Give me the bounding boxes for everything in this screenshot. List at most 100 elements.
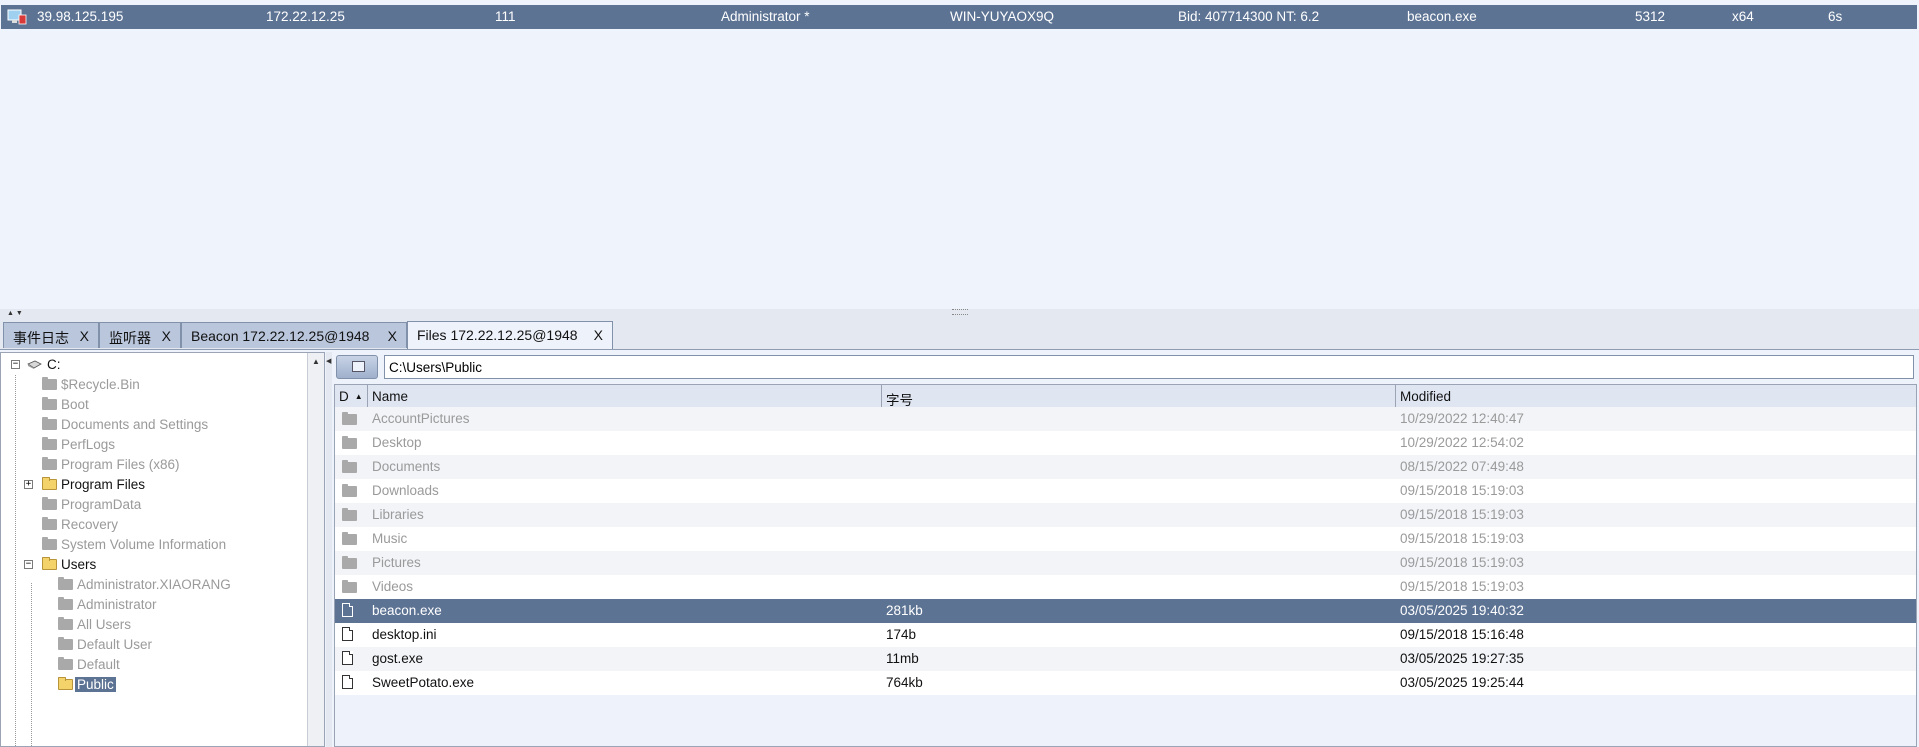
computer-icon bbox=[7, 9, 27, 25]
file-size: 764kb bbox=[886, 675, 923, 690]
session-internal-ip: 172.22.12.25 bbox=[266, 9, 345, 24]
file-list[interactable]: D ▲ Name 字号 Modified AccountPictures 10/2… bbox=[334, 384, 1917, 747]
drive-icon bbox=[27, 360, 42, 369]
file-row[interactable]: Documents 08/15/2022 07:49:48 bbox=[335, 455, 1916, 479]
session-listener: 111 bbox=[495, 9, 516, 24]
session-pid: 5312 bbox=[1635, 9, 1666, 24]
expand-icon[interactable]: + bbox=[24, 480, 33, 489]
tab-label: Beacon 172.22.12.25@1948 bbox=[191, 328, 370, 344]
file-name: Videos bbox=[372, 579, 414, 594]
tree-node-label: Recovery bbox=[61, 517, 119, 532]
directory-tree[interactable]: − C: $Recycle.Bin Boot Documents and Set… bbox=[0, 352, 325, 747]
file-name: beacon.exe bbox=[372, 603, 442, 618]
folder-icon bbox=[58, 617, 73, 630]
file-row-selected[interactable]: beacon.exe 281kb 03/05/2025 19:40:32 bbox=[335, 599, 1916, 623]
file-row[interactable]: Videos 09/15/2018 15:19:03 bbox=[335, 575, 1916, 599]
file-icon bbox=[342, 651, 353, 665]
tab-close-button[interactable]: X bbox=[162, 328, 171, 344]
tree-node-label: Program Files (x86) bbox=[61, 457, 180, 472]
tab-label: 监听器 bbox=[109, 330, 151, 346]
column-header-modified[interactable]: Modified bbox=[1396, 385, 1916, 407]
column-header-name[interactable]: Name bbox=[368, 385, 882, 407]
file-row[interactable]: Music 09/15/2018 15:19:03 bbox=[335, 527, 1916, 551]
tree-node-label: System Volume Information bbox=[61, 537, 227, 552]
tree-guide-line bbox=[31, 583, 32, 746]
tree-node-label: Administrator.XIAORANG bbox=[77, 577, 231, 592]
collapse-icon[interactable]: − bbox=[24, 560, 33, 569]
tab-beacon[interactable]: Beacon 172.22.12.25@1948 X bbox=[181, 322, 407, 348]
sort-ascending-icon: ▲ bbox=[354, 392, 363, 401]
file-row[interactable]: gost.exe 11mb 03/05/2025 19:27:35 bbox=[335, 647, 1916, 671]
folder-icon bbox=[342, 532, 357, 545]
folder-icon bbox=[342, 556, 357, 569]
file-modified: 10/29/2022 12:40:47 bbox=[1400, 411, 1524, 426]
file-row[interactable]: Libraries 09/15/2018 15:19:03 bbox=[335, 503, 1916, 527]
file-name: AccountPictures bbox=[372, 411, 470, 426]
tree-node-label: Program Files bbox=[61, 477, 146, 492]
file-row[interactable]: Downloads 09/15/2018 15:19:03 bbox=[335, 479, 1916, 503]
folder-icon bbox=[58, 597, 73, 610]
tab-close-button[interactable]: X bbox=[594, 327, 603, 343]
session-external-ip: 39.98.125.195 bbox=[37, 9, 124, 24]
scroll-up-icon[interactable]: ▲ bbox=[312, 357, 320, 366]
folder-icon bbox=[42, 477, 57, 490]
file-size: 281kb bbox=[886, 603, 923, 618]
folder-icon bbox=[42, 437, 57, 450]
session-row[interactable]: 39.98.125.195 172.22.12.25 111 Administr… bbox=[1, 5, 1917, 29]
file-row[interactable]: AccountPictures 10/29/2022 12:40:47 bbox=[335, 407, 1916, 431]
tab-event-log[interactable]: 事件日志 X bbox=[3, 322, 99, 348]
splitter-grip-icon[interactable] bbox=[952, 309, 968, 315]
folder-icon bbox=[42, 537, 57, 550]
path-input[interactable] bbox=[384, 355, 1914, 379]
file-modified: 08/15/2022 07:49:48 bbox=[1400, 459, 1524, 474]
folder-icon bbox=[42, 377, 57, 390]
parent-folder-button[interactable] bbox=[336, 355, 378, 379]
file-name: Pictures bbox=[372, 555, 421, 570]
file-name: Desktop bbox=[372, 435, 422, 450]
folder-icon bbox=[342, 460, 357, 473]
file-list-header: D ▲ Name 字号 Modified bbox=[335, 385, 1916, 408]
tab-listeners[interactable]: 监听器 X bbox=[99, 322, 181, 348]
tab-close-button[interactable]: X bbox=[80, 328, 89, 344]
tree-node-root[interactable]: − C: bbox=[9, 355, 289, 375]
folder-icon bbox=[42, 417, 57, 430]
file-browser: D▲ Name 字号 Modified AccountPictures 10/2… bbox=[332, 352, 1919, 747]
file-row[interactable]: SweetPotato.exe 764kb 03/05/2025 19:25:4… bbox=[335, 671, 1916, 695]
file-name: Downloads bbox=[372, 483, 439, 498]
tab-files[interactable]: Files 172.22.12.25@1948 X bbox=[407, 321, 613, 349]
file-modified: 09/15/2018 15:19:03 bbox=[1400, 531, 1524, 546]
file-size: 174b bbox=[886, 627, 917, 642]
folder-icon bbox=[58, 637, 73, 650]
folder-icon bbox=[42, 457, 57, 470]
file-modified: 10/29/2022 12:54:02 bbox=[1400, 435, 1524, 450]
column-header-d[interactable]: D ▲ bbox=[335, 385, 368, 407]
file-row[interactable]: Desktop 10/29/2022 12:54:02 bbox=[335, 431, 1916, 455]
file-name: gost.exe bbox=[372, 651, 424, 666]
divider-arrow-icon[interactable]: ◀ bbox=[326, 357, 331, 365]
column-header-label: D bbox=[339, 389, 349, 404]
folder-icon bbox=[42, 557, 57, 570]
session-arch: x64 bbox=[1732, 9, 1754, 24]
tab-close-button[interactable]: X bbox=[388, 328, 397, 344]
folder-icon bbox=[58, 577, 73, 590]
file-row[interactable]: desktop.ini 174b 09/15/2018 15:16:48 bbox=[335, 623, 1916, 647]
tree-scrollbar[interactable]: ▲ bbox=[307, 353, 324, 746]
column-header-size[interactable]: 字号 bbox=[882, 385, 1396, 408]
tree-node-label: Default User bbox=[77, 637, 153, 652]
file-modified: 09/15/2018 15:19:03 bbox=[1400, 507, 1524, 522]
file-modified: 03/05/2025 19:25:44 bbox=[1400, 675, 1524, 690]
splitter-arrows-icon[interactable]: ▲▼ bbox=[7, 310, 25, 317]
collapse-icon[interactable]: − bbox=[11, 360, 20, 369]
folder-icon bbox=[342, 508, 357, 521]
file-name: Documents bbox=[372, 459, 441, 474]
session-note: Bid: 407714300 NT: 6.2 bbox=[1178, 9, 1320, 24]
tree-node-label: C: bbox=[47, 357, 61, 372]
file-row[interactable]: Pictures 09/15/2018 15:19:03 bbox=[335, 551, 1916, 575]
tree-node-label: ProgramData bbox=[61, 497, 142, 512]
file-modified: 03/05/2025 19:40:32 bbox=[1400, 603, 1524, 618]
folder-icon bbox=[342, 484, 357, 497]
session-table: 39.98.125.195 172.22.12.25 111 Administr… bbox=[0, 0, 1919, 310]
file-name: Music bbox=[372, 531, 408, 546]
tree-node-label: Administrator bbox=[77, 597, 157, 612]
tab-label: Files 172.22.12.25@1948 bbox=[417, 327, 578, 343]
